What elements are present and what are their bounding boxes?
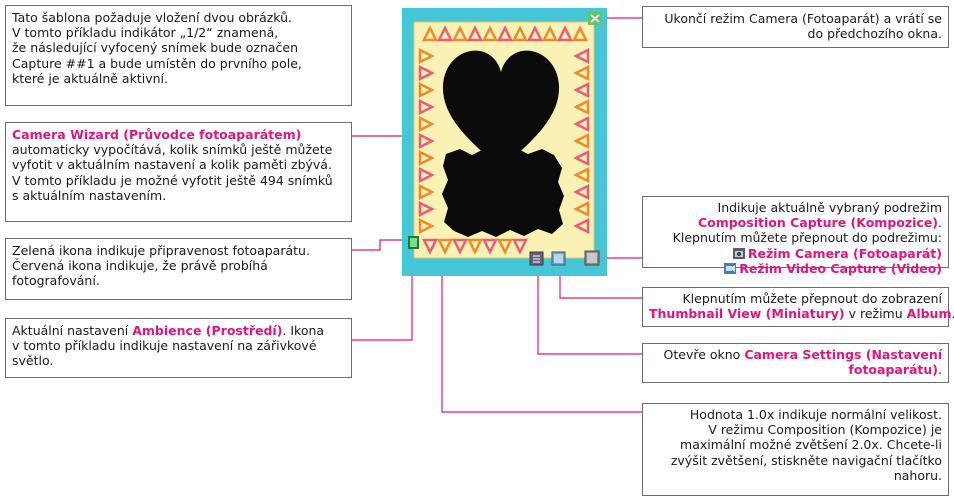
camera-mode-icon (732, 247, 745, 259)
composition-frame (402, 8, 607, 276)
frame-slot (442, 147, 564, 237)
wizard-note: Camera Wizard (Průvodce fotoaparátem) au… (5, 122, 352, 222)
ambience-highlight: Ambience (Prostředí) (132, 323, 283, 338)
album-icon[interactable] (551, 251, 566, 266)
camera-screen (402, 8, 607, 276)
submode-icon[interactable] (584, 250, 600, 266)
ambience-note: Aktuální nastavení Ambience (Prostředí).… (5, 318, 352, 378)
submode-highlight: Composition Capture (Kompozice) (697, 215, 939, 231)
settings-icon[interactable] (529, 251, 544, 266)
thumbnail-note: Klepnutím můžete přepnout do zobrazení T… (642, 287, 954, 327)
settings-note: Otevře okno Camera Settings (Nastavení f… (642, 343, 949, 383)
template-note: Tato šablona požaduje vložení dvou obráz… (5, 5, 352, 106)
submode-note: Indikuje aktuálně vybraný podrežim Compo… (642, 196, 949, 276)
video-mode-icon (724, 262, 737, 274)
ready-icon (408, 236, 419, 249)
exit-icon[interactable] (588, 12, 602, 25)
ready-note: Zelená ikona indikuje připravenost fotoa… (5, 238, 352, 300)
exit-note: Ukončí režim Camera (Fotoaparát) a vrátí… (642, 6, 949, 48)
wizard-highlight: Camera Wizard (Průvodce fotoaparátem) (12, 127, 302, 142)
connector-zoom (441, 264, 642, 413)
zoom-note: Hodnota 1.0x indikuje normální velikost.… (642, 403, 949, 496)
